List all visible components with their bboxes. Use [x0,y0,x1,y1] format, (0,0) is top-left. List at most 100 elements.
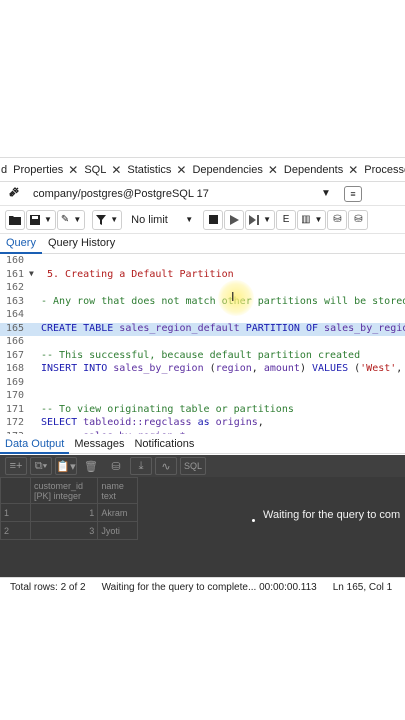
stop-button[interactable] [203,209,224,230]
chevron-down-icon[interactable]: ▼ [316,188,336,199]
tab-query[interactable]: Query [0,234,42,254]
tab-label: d [1,163,8,176]
tab-dependents[interactable]: Dependents ✕ [281,158,361,181]
code-line[interactable]: 165 CREATE TABLE sales_region_default PAR… [0,322,405,336]
explain-button[interactable]: E [276,209,297,230]
results-grid: customer_id [PK] integer name text 1 1 A… [0,477,138,540]
row-number: 2 [0,521,31,540]
execute-options-button[interactable]: ▼ [245,209,276,230]
limit-select[interactable]: No limit ▼ [127,210,197,230]
code-line[interactable]: 163- Any row that does not match other p… [0,296,405,310]
code-line[interactable]: 171 -- To view originating table or parti… [0,404,405,418]
tab-label: Statistics [127,163,172,176]
text-cursor-icon: I [231,290,235,304]
cell-customer-id[interactable]: 3 [29,521,99,540]
table-row[interactable]: 2 3 Jyoti [0,521,138,540]
chevron-down-icon: ▼ [73,215,82,224]
chart-icon: ▥ [301,214,311,225]
code-text: 5. Creating a Default Partition [47,268,234,280]
code-line[interactable]: 160 [0,255,405,269]
close-icon[interactable]: ✕ [68,163,78,177]
tab-sql[interactable]: SQL ✕ [81,158,124,181]
paste-icon[interactable]: 📋▾ [55,457,77,475]
line-number: 168 [6,363,25,374]
tab-dependencies[interactable]: Dependencies ✕ [189,158,280,181]
tab-label: Processes [364,163,405,176]
tab-truncated[interactable]: d [0,158,10,181]
column-header[interactable]: name text [97,477,138,504]
close-icon[interactable]: ✕ [176,163,186,177]
line-number: 164 [6,309,25,320]
close-icon[interactable]: ✕ [111,163,121,177]
column-type: text [101,490,116,501]
close-icon[interactable]: ✕ [268,163,278,177]
line-number: 163 [6,295,25,307]
code-text: -- This successful, because default part… [41,349,361,361]
waiting-message: Waiting for the query to com [263,509,401,521]
output-tabs: Data Output Messages Notifications [0,434,405,454]
line-number: 166 [6,336,25,347]
edit-button[interactable]: ✎ ▼ [56,209,86,230]
tab-label: SQL [84,163,107,176]
column-name: name [101,480,124,491]
copy-icon[interactable]: ⧉▾ [30,457,52,475]
code-line[interactable]: 172 SELECT tableoid::regclass as origins, [0,417,405,431]
code-line[interactable]: 168 INSERT INTO sales_by_region (region, … [0,363,405,377]
tab-statistics[interactable]: Statistics ✕ [124,158,189,181]
cell-customer-id[interactable]: 1 [29,503,99,522]
code-line[interactable]: 161 ▼ 5. Creating a Default Partition [0,269,405,283]
tab-properties[interactable]: Properties ✕ [10,158,81,181]
code-line[interactable]: 169 [0,377,405,391]
graph-icon[interactable]: ∿ [155,457,177,475]
sql-editor[interactable]: 160 161 ▼ 5. Creating a Default Partition 16… [0,254,405,434]
cell-name[interactable]: Jyoti [97,521,138,540]
tab-label: Dependencies [192,163,263,176]
line-number: 169 [6,376,25,388]
explain-icon: E [282,214,290,225]
line-number: 161 [6,268,25,280]
add-row-icon[interactable]: ≡+ [5,457,27,475]
spinner-icon [252,519,255,522]
explain-analyze-button[interactable]: ▥ ▼ [297,209,327,230]
code-text: CREATE TABLE sales_region_default PARTIT… [41,322,405,334]
tab-label: Dependents [283,163,344,176]
save-data-icon[interactable]: ⛁ [105,457,127,475]
tab-query-history[interactable]: Query History [42,234,121,254]
commit-button[interactable]: ⛁ [327,209,348,230]
query-tabs: Query Query History [0,234,405,254]
column-header[interactable]: customer_id [PK] integer [29,477,99,504]
save-button[interactable]: ▼ [26,209,56,230]
code-line[interactable]: 167 -- This successful, because default p… [0,350,405,364]
connection-select[interactable]: company/postgres@PostgreSQL 17 [33,188,316,200]
tab-data-output[interactable]: Data Output [0,434,70,454]
waiting-overlay: Waiting for the query to com [252,509,400,522]
row-number-header [0,477,31,504]
delete-icon[interactable]: 🗑 [80,457,102,475]
tab-messages[interactable]: Messages [69,434,129,454]
execute-button[interactable] [224,209,245,230]
download-icon[interactable]: ⤓ [130,457,152,475]
output-toolbar: ≡+ ⧉▾ 📋▾ 🗑 ⛁ ⤓ ∿ SQL [0,455,405,477]
fold-chevron-icon[interactable]: ▼ [29,269,34,278]
cell-name[interactable]: Akram [97,503,138,522]
rollback-icon: ⛁ [354,214,363,225]
sql-icon[interactable]: SQL [180,457,206,475]
rollback-button[interactable]: ⛁ [348,209,369,230]
output-panel: ≡+ ⧉▾ 📋▾ 🗑 ⛁ ⤓ ∿ SQL customer_id [PK] in… [0,455,405,577]
filter-button[interactable]: ▼ [92,209,123,230]
code-line[interactable]: 162 [0,282,405,296]
close-icon[interactable]: ✕ [348,163,358,177]
table-row[interactable]: 1 1 Akram [0,503,138,522]
open-file-button[interactable] [5,209,25,230]
cursor-position: Ln 165, Col 1 [332,581,393,593]
database-icon[interactable]: ≡ [344,185,362,202]
code-line[interactable]: 166 [0,336,405,350]
cursor-highlight [218,280,254,316]
tab-processes[interactable]: Processes [361,158,405,181]
status-message: Waiting for the query to complete... 00:… [101,581,317,593]
chevron-down-icon: ▼ [44,215,52,224]
code-line[interactable]: 170 [0,390,405,404]
tab-notifications[interactable]: Notifications [129,434,199,454]
code-line[interactable]: 164 [0,309,405,323]
line-number: 160 [6,255,25,266]
